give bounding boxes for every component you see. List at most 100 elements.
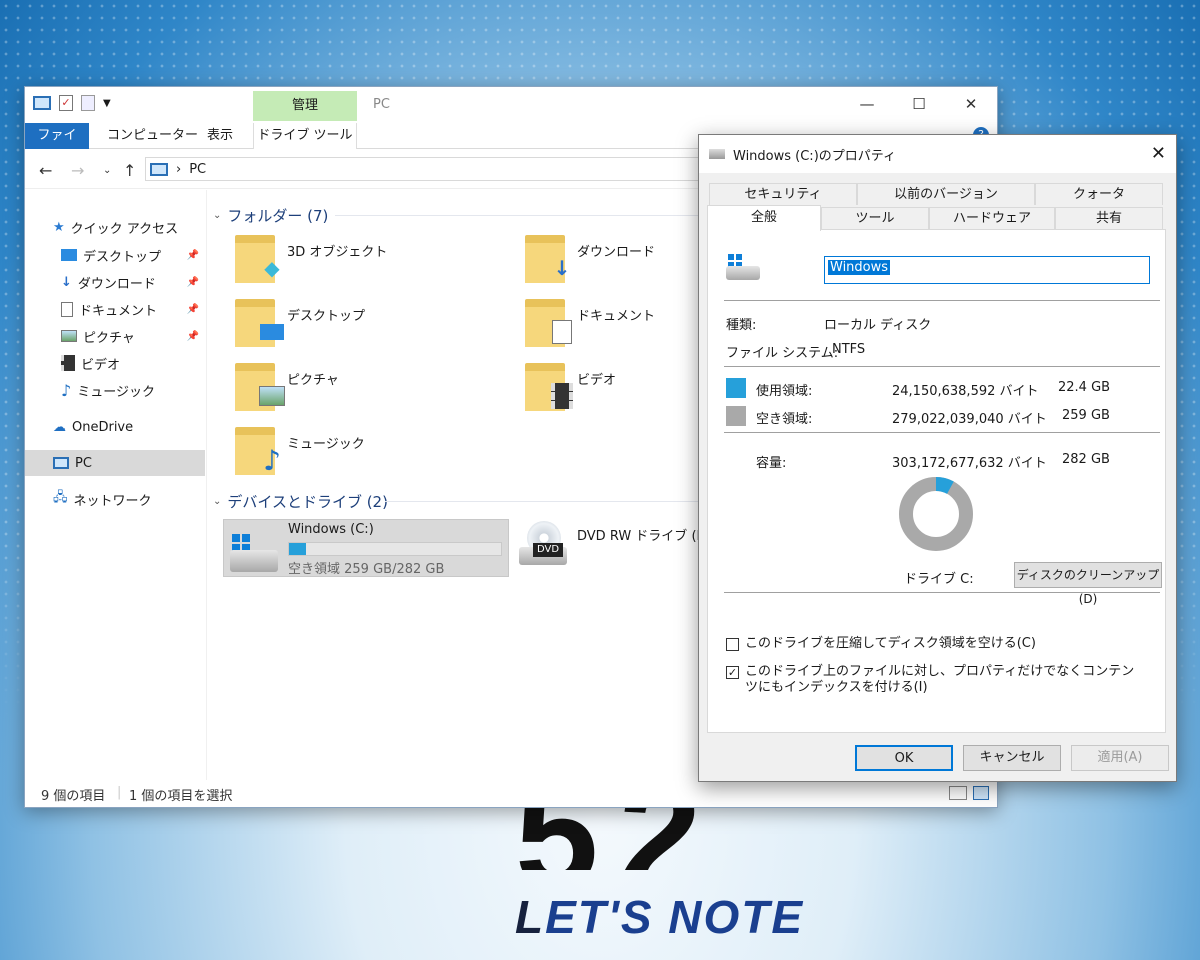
- pin-icon[interactable]: 📌: [187, 331, 199, 342]
- tab-view[interactable]: 表示: [195, 123, 245, 149]
- minimize-button[interactable]: —: [841, 87, 893, 121]
- hard-drive-icon: [726, 266, 760, 280]
- sidebar-item-label: ミュージック: [77, 384, 155, 400]
- folder-documents[interactable]: ドキュメント: [525, 299, 655, 347]
- index-label: このドライブ上のファイルに対し、プロパティだけでなくコンテンツにもインデックスを…: [745, 664, 1135, 695]
- close-button[interactable]: ✕: [945, 87, 997, 121]
- computer-icon: [53, 457, 69, 469]
- tab-drive-tools[interactable]: ドライブ ツール: [253, 123, 357, 149]
- tab-previous-versions[interactable]: 以前のバージョン: [857, 183, 1035, 205]
- compress-checkbox-row[interactable]: このドライブを圧縮してディスク領域を空ける(C): [726, 636, 1036, 652]
- wallpaper-number: 52: [515, 800, 795, 870]
- ok-button[interactable]: OK: [855, 745, 953, 771]
- apply-button[interactable]: 適用(A): [1071, 745, 1169, 771]
- music-icon: ♪: [61, 380, 72, 400]
- separator: [724, 432, 1160, 433]
- navigation-pane: ★ クイック アクセス デスクトップ 📌 ↓ ダウンロード 📌 ドキュメント 📌…: [25, 190, 207, 780]
- free-space-bytes: 279,022,039,040 バイト: [892, 412, 1047, 427]
- dialog-title: Windows (C:)のプロパティ: [733, 148, 896, 164]
- cloud-icon: ☁: [53, 419, 66, 435]
- tab-sharing[interactable]: 共有: [1055, 207, 1163, 229]
- tab-security[interactable]: セキュリティ: [709, 183, 857, 205]
- tab-general[interactable]: 全般: [707, 205, 821, 231]
- disk-cleanup-button[interactable]: ディスクのクリーンアップ(D): [1014, 562, 1162, 606]
- video-icon: [61, 355, 75, 371]
- sidebar-item-pictures[interactable]: ピクチャ 📌: [25, 323, 205, 349]
- sidebar-item-music[interactable]: ♪ ミュージック: [25, 377, 205, 403]
- item-count: 9 個の項目: [41, 789, 106, 804]
- back-arrow-icon[interactable]: ←: [39, 161, 52, 180]
- computer-icon[interactable]: [33, 96, 51, 110]
- used-space-swatch: [726, 378, 746, 398]
- free-space-swatch: [726, 406, 746, 426]
- compress-checkbox[interactable]: [726, 638, 739, 651]
- disk-usage-donut: [899, 477, 973, 551]
- new-folder-icon[interactable]: [81, 95, 95, 111]
- folder-3d-objects[interactable]: ◆ 3D オブジェクト: [235, 235, 387, 283]
- drive-letter-label: ドライブ C:: [904, 572, 974, 587]
- video-icon: [547, 383, 577, 409]
- pin-icon[interactable]: 📌: [187, 250, 199, 261]
- document-icon: [61, 301, 73, 317]
- drive-icon: [709, 149, 725, 159]
- folder-pictures[interactable]: ピクチャ: [235, 363, 339, 411]
- chevron-down-icon[interactable]: ▼: [103, 98, 111, 109]
- folder-desktop[interactable]: デスクトップ: [235, 299, 365, 347]
- tab-manage[interactable]: 管理: [253, 91, 357, 121]
- separator: [724, 366, 1160, 367]
- sidebar-item-quick-access[interactable]: ★ クイック アクセス: [25, 214, 205, 240]
- star-icon: ★: [53, 219, 65, 235]
- drive-name-input[interactable]: Windows: [824, 256, 1150, 284]
- sidebar-item-pc[interactable]: PC: [25, 450, 205, 476]
- pin-icon[interactable]: 📌: [187, 277, 199, 288]
- maximize-button[interactable]: ☐: [893, 87, 945, 121]
- folder-label: ダウンロード: [577, 245, 656, 260]
- tab-quota[interactable]: クォータ: [1035, 183, 1163, 205]
- properties-icon[interactable]: ✓: [59, 95, 73, 111]
- address-field[interactable]: › PC: [145, 157, 705, 181]
- tab-file[interactable]: ファイル: [25, 123, 89, 169]
- drive-usage-bar: [288, 542, 502, 556]
- drive-free-space: 空き領域 259 GB/282 GB: [288, 562, 445, 577]
- section-title: デバイスとドライブ (2): [227, 493, 388, 511]
- close-icon[interactable]: ✕: [1151, 143, 1166, 164]
- tab-tools[interactable]: ツール: [821, 207, 929, 229]
- folders-section-header[interactable]: ⌄ フォルダー (7): [213, 205, 328, 226]
- tab-computer[interactable]: コンピューター: [95, 123, 210, 149]
- hard-drive-icon: [230, 550, 278, 572]
- sidebar-item-network[interactable]: 🖧 ネットワーク: [25, 486, 205, 512]
- sidebar-item-desktop[interactable]: デスクトップ 📌: [25, 242, 205, 268]
- forward-arrow-icon[interactable]: →: [71, 161, 84, 180]
- separator: [724, 300, 1160, 301]
- folder-music[interactable]: ♪ ミュージック: [235, 427, 365, 477]
- sidebar-item-onedrive[interactable]: ☁ OneDrive: [25, 414, 205, 440]
- drive-dvd-tile[interactable]: DVD DVD RW ドライブ (F:): [519, 521, 712, 571]
- dvd-drive-icon: DVD: [519, 521, 569, 571]
- folder-videos[interactable]: ビデオ: [525, 363, 616, 411]
- sidebar-item-documents[interactable]: ドキュメント 📌: [25, 296, 205, 322]
- sidebar-item-downloads[interactable]: ↓ ダウンロード 📌: [25, 269, 205, 295]
- index-checkbox[interactable]: ✓: [726, 666, 739, 679]
- pin-icon[interactable]: 📌: [187, 304, 199, 315]
- folder-label: 3D オブジェクト: [287, 245, 388, 260]
- devices-section-header[interactable]: ⌄ デバイスとドライブ (2): [213, 491, 388, 512]
- sidebar-item-videos[interactable]: ビデオ: [25, 350, 205, 376]
- up-arrow-icon[interactable]: ↑: [123, 161, 136, 180]
- cancel-button[interactable]: キャンセル: [963, 745, 1061, 771]
- recent-locations-icon[interactable]: ⌄: [103, 165, 111, 176]
- breadcrumb-separator: ›: [176, 161, 182, 177]
- music-icon: ♪: [263, 443, 281, 477]
- drive-name-value: Windows: [828, 260, 891, 275]
- index-checkbox-row[interactable]: ✓ このドライブ上のファイルに対し、プロパティだけでなくコンテンツにもインデック…: [726, 664, 1146, 696]
- breadcrumb-pc[interactable]: PC: [189, 162, 206, 177]
- large-icons-view-icon[interactable]: [973, 786, 989, 800]
- tab-hardware[interactable]: ハードウェア: [929, 207, 1055, 229]
- details-view-icon[interactable]: [949, 786, 967, 800]
- sidebar-item-label: OneDrive: [72, 419, 134, 435]
- drive-c-tile[interactable]: Windows (C:) 空き領域 259 GB/282 GB: [223, 519, 509, 577]
- type-value: ローカル ディスク: [824, 318, 932, 333]
- window-title: PC: [373, 97, 390, 112]
- picture-icon: [257, 383, 287, 409]
- section-title: フォルダー (7): [227, 207, 329, 225]
- folder-downloads[interactable]: ↓ ダウンロード: [525, 235, 655, 283]
